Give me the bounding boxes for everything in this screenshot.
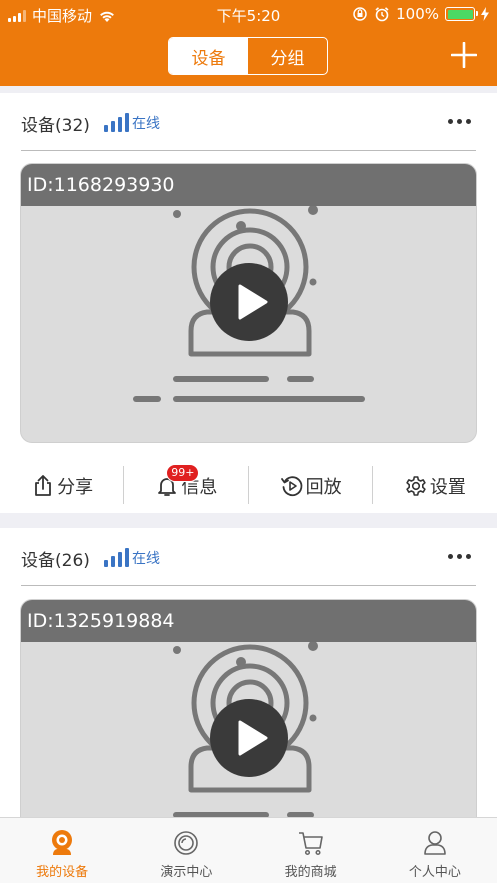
- signal-strength-icon: [104, 547, 129, 567]
- messages-button[interactable]: 信息 99+: [124, 464, 249, 508]
- bottom-tab-bar: 我的设备 演示中心 我的商城 个人中心: [0, 817, 497, 883]
- device-name: 设备(26): [21, 551, 90, 571]
- device-header: 设备(32) 在线: [0, 93, 497, 151]
- user-icon: [424, 831, 446, 855]
- play-icon[interactable]: [209, 698, 289, 778]
- orientation-lock-icon: [353, 7, 367, 21]
- share-button[interactable]: 分享: [0, 464, 125, 508]
- device-card: 设备(32) 在线 ID:1168293930 分享 信息 99+ 回放 设置: [0, 93, 497, 513]
- tab-my-devices[interactable]: 我的设备: [0, 818, 124, 883]
- more-options-button[interactable]: [445, 111, 473, 131]
- video-player[interactable]: ID:1168293930: [20, 163, 477, 443]
- playback-label: 回放: [305, 477, 342, 498]
- device-card: 设备(26) 在线 ID:1325919884: [0, 528, 497, 879]
- add-device-button[interactable]: [451, 42, 477, 68]
- charging-icon: [481, 7, 489, 21]
- view-segmented-control: 设备 分组: [168, 37, 328, 75]
- settings-button[interactable]: 设置: [373, 464, 497, 508]
- playback-icon: [280, 476, 302, 497]
- signal-strength-icon: [104, 112, 129, 132]
- tab-label: 我的商城: [284, 865, 337, 880]
- cart-icon: [298, 832, 323, 856]
- segment-groups[interactable]: 分组: [248, 38, 327, 74]
- device-actions: 分享 信息 99+ 回放 设置: [0, 464, 497, 508]
- tab-label: 我的设备: [36, 865, 89, 880]
- app-header: 中国移动 下午5:20 100% 设备 分组: [0, 0, 497, 86]
- wifi-icon: [100, 11, 114, 22]
- carrier-name: 中国移动: [32, 7, 93, 25]
- unread-badge: 99+: [166, 464, 200, 482]
- tab-demo-center[interactable]: 演示中心: [124, 818, 248, 883]
- battery-percent: 100%: [396, 5, 439, 23]
- divider: [21, 150, 476, 151]
- tab-profile[interactable]: 个人中心: [373, 818, 497, 883]
- tab-label: 演示中心: [160, 865, 213, 880]
- segment-devices[interactable]: 设备: [169, 38, 248, 74]
- status-left: 中国移动: [8, 5, 116, 26]
- camera-tab-icon: [52, 830, 73, 855]
- online-status: 在线: [132, 551, 160, 567]
- share-label: 分享: [57, 477, 94, 498]
- settings-label: 设置: [429, 477, 466, 498]
- device-header: 设备(26) 在线: [0, 528, 497, 586]
- gear-icon: [406, 476, 426, 496]
- device-name: 设备(32): [21, 116, 90, 136]
- online-status: 在线: [132, 116, 160, 132]
- status-bar: 中国移动 下午5:20 100%: [0, 0, 497, 28]
- divider: [21, 585, 476, 586]
- playback-button[interactable]: 回放: [249, 464, 373, 508]
- device-id-label: ID:1325919884: [21, 600, 476, 642]
- battery-icon: [445, 7, 478, 21]
- demo-tab-icon: [174, 831, 199, 855]
- cell-signal-icon: [8, 9, 26, 22]
- alarm-icon: [375, 7, 389, 22]
- share-icon: [35, 475, 52, 496]
- status-right: 100%: [352, 5, 489, 23]
- device-id-label: ID:1168293930: [21, 164, 476, 206]
- tab-label: 个人中心: [408, 865, 461, 880]
- more-options-button[interactable]: [445, 546, 473, 566]
- play-icon[interactable]: [209, 262, 289, 342]
- tab-my-store[interactable]: 我的商城: [249, 818, 373, 883]
